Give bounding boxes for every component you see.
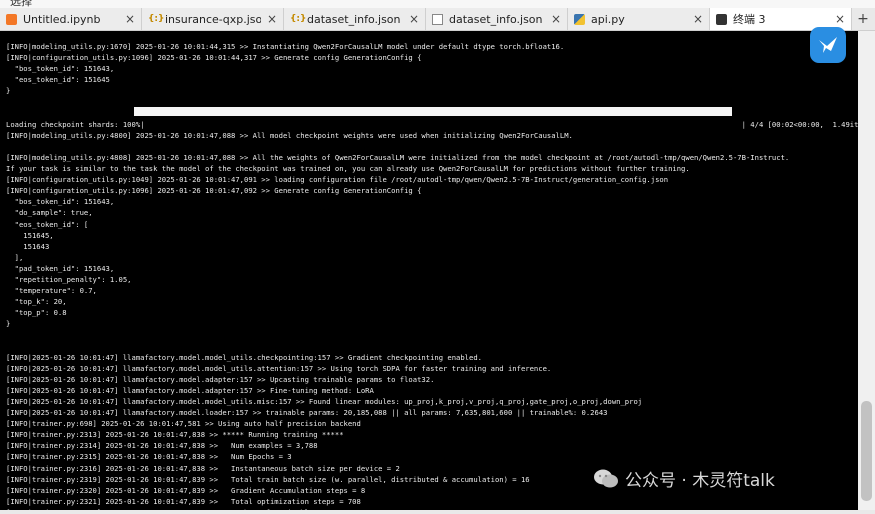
wechat-icon bbox=[594, 469, 618, 487]
tab-insurance-qxp-json[interactable]: {:} insurance-qxp.json × bbox=[142, 8, 284, 30]
terminal-line: [INFO|2025-01-26 10:01:47] llamafactory.… bbox=[6, 408, 608, 418]
tab-dataset-info-json-text[interactable]: dataset_info.json × bbox=[426, 8, 568, 30]
tab-label: dataset_info.json bbox=[449, 12, 543, 26]
terminal-line: [INFO|trainer.py:2315] 2025-01-26 10:01:… bbox=[6, 452, 292, 462]
close-icon[interactable]: × bbox=[409, 12, 419, 26]
terminal-line: } bbox=[6, 319, 11, 329]
terminal-line: } bbox=[6, 86, 11, 96]
tab-bar: Untitled.ipynb × {:} insurance-qxp.json … bbox=[0, 8, 875, 31]
terminal-line: "top_k": 20, bbox=[6, 297, 67, 307]
terminal-line: "top_p": 0.8 bbox=[6, 308, 67, 318]
close-icon[interactable]: × bbox=[125, 12, 135, 26]
tab-label: insurance-qxp.json bbox=[165, 12, 261, 26]
terminal-output[interactable]: [INFO|modeling_utils.py:1670] 2025-01-26… bbox=[0, 31, 858, 510]
terminal-line: If your task is similar to the task the … bbox=[6, 164, 690, 174]
tab-api-py[interactable]: api.py × bbox=[568, 8, 710, 30]
new-tab-button[interactable]: + bbox=[852, 8, 874, 30]
terminal-line: 151643 bbox=[6, 241, 50, 251]
tab-label: 终端 3 bbox=[733, 13, 766, 26]
close-icon[interactable]: × bbox=[693, 12, 703, 26]
json-icon: {:} bbox=[290, 13, 307, 24]
terminal-line: [INFO|modeling_utils.py:4800] 2025-01-26… bbox=[6, 130, 573, 140]
terminal-line: [INFO|trainer.py:2321] 2025-01-26 10:01:… bbox=[6, 496, 361, 506]
terminal-line: [INFO|2025-01-26 10:01:47] llamafactory.… bbox=[6, 397, 643, 406]
terminal-line: [INFO|trainer.py:2313] 2025-01-26 10:01:… bbox=[6, 430, 344, 440]
terminal-line: [INFO|trainer.py:2314] 2025-01-26 10:01:… bbox=[6, 441, 318, 451]
terminal-line: 151645, bbox=[6, 230, 54, 240]
terminal-line: [INFO|2025-01-26 10:01:47] llamafactory.… bbox=[6, 385, 374, 395]
terminal-scrollbar[interactable] bbox=[858, 31, 875, 510]
terminal-line: [INFO|2025-01-26 10:01:47] llamafactory.… bbox=[6, 374, 435, 384]
tab-label: Untitled.ipynb bbox=[23, 12, 101, 26]
close-icon[interactable]: × bbox=[551, 12, 561, 26]
terminal-line: Loading checkpoint shards: 100%| | 4/4 [… bbox=[6, 119, 858, 129]
top-strip: 选择 bbox=[0, 0, 875, 8]
terminal-line: [INFO|2025-01-26 10:01:47] llamafactory.… bbox=[6, 363, 552, 373]
tab-dataset-info-json[interactable]: {:} dataset_info.json × bbox=[284, 8, 426, 30]
tab-label: api.py bbox=[591, 12, 625, 26]
terminal-line: "bos_token_id": 151643, bbox=[6, 64, 115, 74]
terminal-line: [INFO|configuration_utils.py:1049] 2025-… bbox=[6, 175, 669, 185]
close-icon[interactable]: × bbox=[835, 12, 845, 26]
top-strip-text: 选择 bbox=[10, 0, 32, 8]
terminal-line: "bos_token_id": 151643, bbox=[6, 197, 115, 207]
tab-label: dataset_info.json bbox=[307, 12, 401, 26]
terminal-line: "eos_token_id": 151645 bbox=[6, 75, 110, 85]
terminal-icon bbox=[716, 13, 727, 25]
bottom-strip bbox=[0, 510, 875, 514]
notebook-icon bbox=[6, 13, 17, 25]
close-icon[interactable]: × bbox=[267, 12, 277, 26]
python-icon bbox=[574, 13, 585, 25]
terminal-line: "repetition_penalty": 1.05, bbox=[6, 274, 132, 284]
terminal-line: [INFO|modeling_utils.py:1670] 2025-01-26… bbox=[6, 42, 565, 51]
terminal-line: "do_sample": true, bbox=[6, 208, 93, 218]
scrollbar-thumb[interactable] bbox=[861, 401, 872, 501]
terminal-lines: [INFO|modeling_utils.py:1670] 2025-01-26… bbox=[6, 41, 858, 510]
tab-untitled-ipynb[interactable]: Untitled.ipynb × bbox=[0, 8, 142, 30]
terminal-line: [INFO|configuration_utils.py:1096] 2025-… bbox=[6, 53, 422, 63]
terminal-line: ], bbox=[6, 252, 24, 262]
terminal-line: "temperature": 0.7, bbox=[6, 286, 97, 296]
terminal-line: "eos_token_id": [ bbox=[6, 219, 89, 229]
text-file-icon bbox=[432, 13, 443, 25]
json-icon: {:} bbox=[148, 13, 165, 24]
terminal-line: [INFO|modeling_utils.py:4808] 2025-01-26… bbox=[6, 152, 790, 162]
watermark: 公众号 · 木灵符talk bbox=[593, 466, 775, 491]
terminal-line: [INFO|2025-01-26 10:01:47] llamafactory.… bbox=[6, 352, 482, 362]
terminal-line: [INFO|trainer.py:698] 2025-01-26 10:01:4… bbox=[6, 419, 361, 429]
terminal-line: [INFO|configuration_utils.py:1096] 2025-… bbox=[6, 186, 422, 196]
terminal-line: "pad_token_id": 151643, bbox=[6, 263, 115, 273]
bird-logo-icon bbox=[810, 27, 846, 63]
watermark-text: 公众号 · 木灵符talk bbox=[625, 471, 775, 491]
